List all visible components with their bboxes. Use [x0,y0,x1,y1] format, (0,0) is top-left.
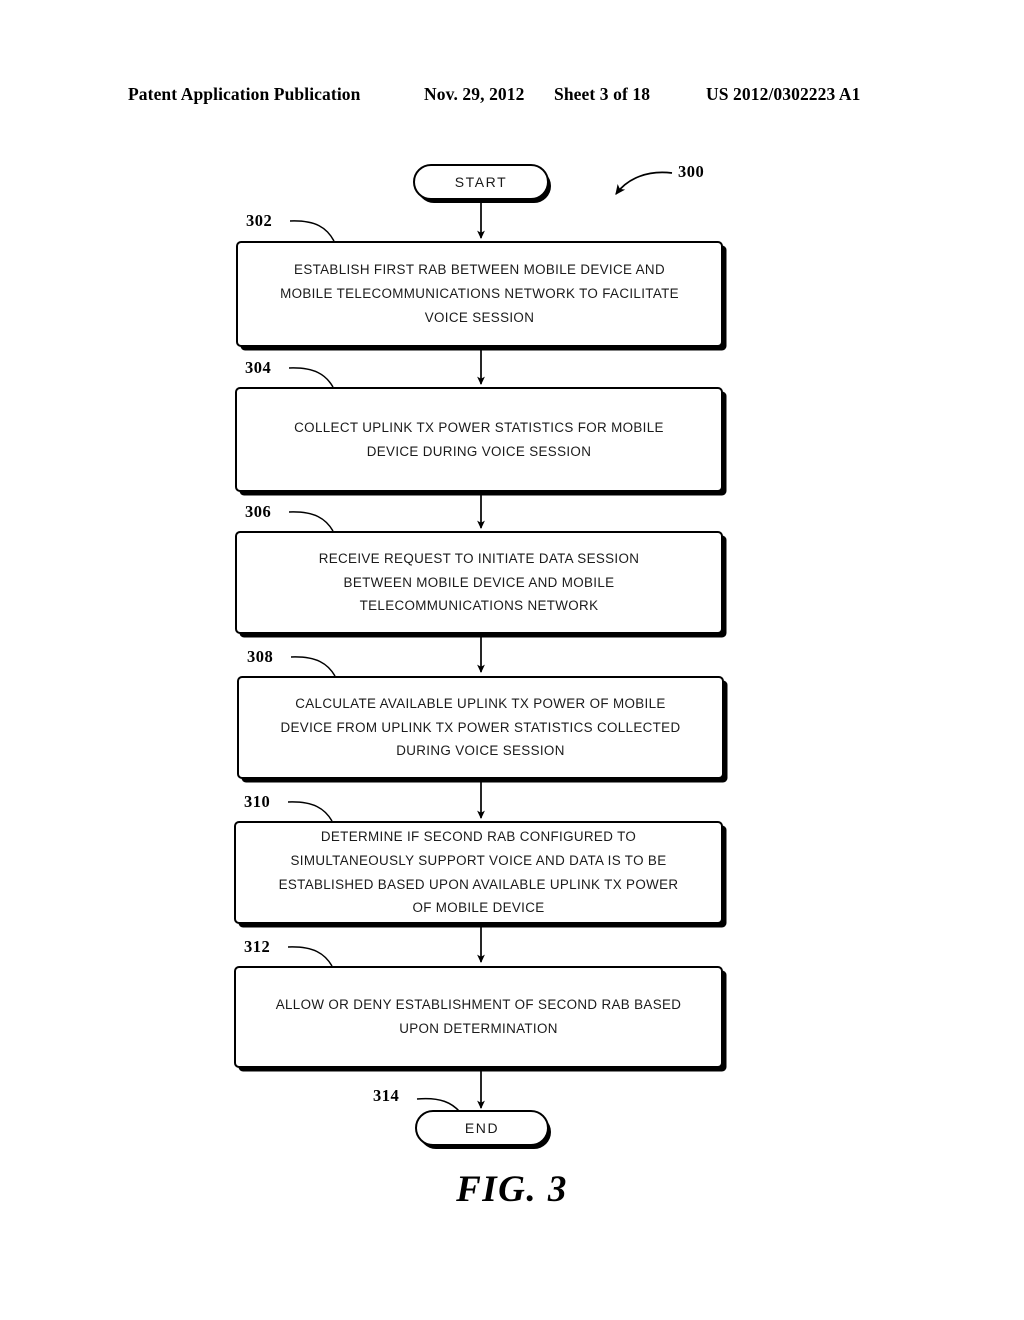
reference-numeral-300: 300 [678,162,705,181]
reference-numeral-312: 312 [244,937,271,956]
flow-step-312-text: ALLOW OR DENY ESTABLISHMENT OF SECOND RA… [275,997,682,1036]
flowchart-diagram: START 300 302 ESTABLISH FIRST RAB BETWEE… [0,0,1024,1320]
flow-step-302[interactable]: ESTABLISH FIRST RAB BETWEEN MOBILE DEVIC… [236,241,723,347]
flow-step-304-text: COLLECT UPLINK TX POWER STATISTICS FOR M… [294,419,664,459]
flow-step-306-text: RECEIVE REQUEST TO INITIATE DATA SESSION… [318,550,640,614]
flow-step-312[interactable]: ALLOW OR DENY ESTABLISHMENT OF SECOND RA… [234,966,723,1068]
flow-node-end[interactable]: END [415,1110,549,1146]
flow-step-306[interactable]: RECEIVE REQUEST TO INITIATE DATA SESSION… [235,531,723,634]
reference-numeral-304: 304 [245,358,272,377]
flow-node-start-label: START [454,174,508,190]
flow-step-310-text: DETERMINE IF SECOND RAB CONFIGURED TO SI… [278,828,679,916]
reference-numeral-310: 310 [244,792,271,811]
flow-step-302-text: ESTABLISH FIRST RAB BETWEEN MOBILE DEVIC… [280,262,679,325]
reference-numeral-314: 314 [373,1086,400,1105]
flow-node-start[interactable]: START [413,164,549,200]
flow-step-304[interactable]: COLLECT UPLINK TX POWER STATISTICS FOR M… [235,387,723,492]
reference-numeral-302: 302 [246,211,273,230]
flow-node-end-label: END [464,1120,500,1136]
figure-caption: FIG. 3 [456,1169,568,1210]
flow-step-308-text: CALCULATE AVAILABLE UPLINK TX POWER OF M… [280,695,681,759]
flow-step-310[interactable]: DETERMINE IF SECOND RAB CONFIGURED TO SI… [234,821,723,924]
reference-numeral-306: 306 [245,502,272,521]
reference-numeral-308: 308 [247,647,274,666]
flow-step-308[interactable]: CALCULATE AVAILABLE UPLINK TX POWER OF M… [237,676,724,779]
